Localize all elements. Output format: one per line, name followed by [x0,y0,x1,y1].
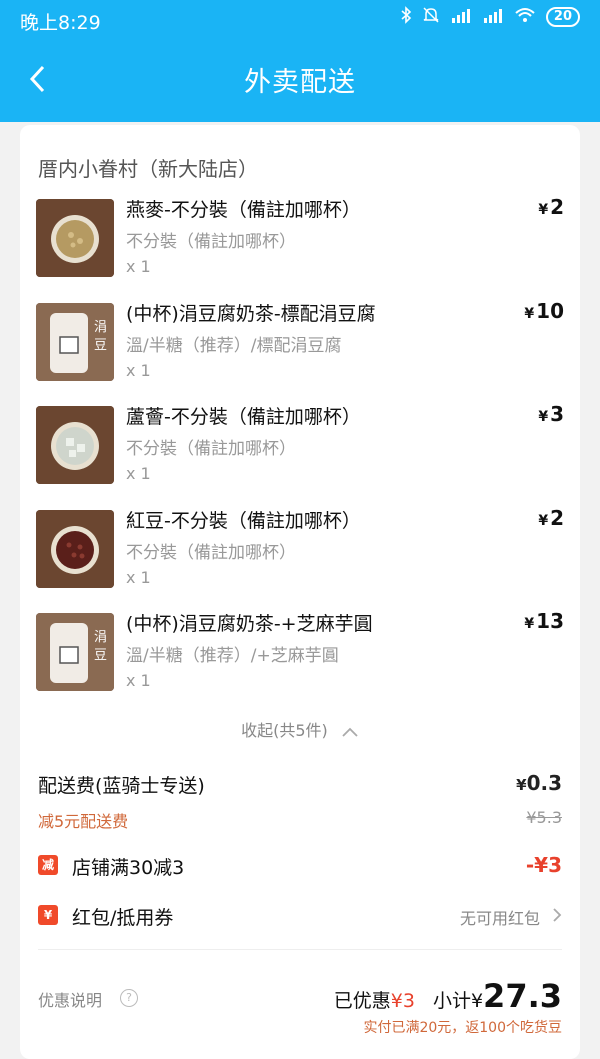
page-title: 外卖配送 [244,67,356,98]
item-price: ¥3 [538,402,564,426]
chevron-right-icon[interactable] [552,907,562,923]
item-thumbnail-milk-tea: 涓豆 [36,303,114,381]
item-quantity: x 1 [126,671,151,690]
order-item: 蘆薈-不分裝（備註加哪杯） 不分裝（備註加哪杯） x 1 ¥3 [36,402,566,496]
item-thumbnail-aloe [36,406,114,484]
item-name: 燕麥-不分裝（備註加哪杯） [126,199,361,221]
svg-text:豆: 豆 [94,648,107,663]
delivery-original-fee: ¥5.3 [526,808,562,827]
item-quantity: x 1 [126,361,151,380]
saved-amount: ¥3 [390,990,415,1012]
item-name: (中杯)涓豆腐奶茶-+芝麻芋圓 [126,613,373,635]
mute-icon [422,6,440,28]
order-item: 涓豆 (中杯)涓豆腐奶茶-+芝麻芋圓 溫/半糖（推荐）/+芝麻芋圓 x 1 ¥1… [36,609,566,703]
shop-promo-label: 店铺满30减3 [72,857,185,879]
status-icons: 20 [400,6,580,28]
svg-text:涓: 涓 [94,629,107,645]
battery-indicator: 20 [545,7,580,27]
status-bar: 晚上8:29 20 [0,0,600,38]
item-name: 紅豆-不分裝（備註加哪杯） [126,510,361,532]
help-icon[interactable]: ? [120,989,138,1007]
item-spec: 不分裝（備註加哪杯） [126,543,296,563]
coupon-status[interactable]: 无可用红包 [460,905,540,929]
signal-icon [482,6,504,28]
discount-info-label[interactable]: 优惠说明 [38,987,102,1011]
delivery-discount-label: 减5元配送费 [38,812,129,831]
item-quantity: x 1 [126,568,151,587]
item-price: ¥10 [524,299,564,323]
order-item: 燕麥-不分裝（備註加哪杯） 不分裝（備註加哪杯） x 1 ¥2 [36,195,566,289]
order-item: 紅豆-不分裝（備註加哪杯） 不分裝（備註加哪杯） x 1 ¥2 [36,506,566,600]
shop-promo-amount: -¥3 [525,853,562,877]
subtotal-currency: ¥ [470,990,484,1012]
item-quantity: x 1 [126,464,151,483]
signal-hd-icon [450,6,472,28]
subtotal-amount: 27.3 [483,977,562,1015]
svg-text:涓: 涓 [94,319,107,335]
item-quantity: x 1 [126,257,151,276]
app-header: 晚上8:29 20 外卖配送 [0,0,600,122]
order-summary: 已优惠 ¥3 小计 ¥ 27.3 [334,977,562,1015]
chevron-up-icon [342,727,358,737]
collapse-button[interactable]: 收起(共5件) [20,717,580,741]
delivery-fee-value: ¥0.3 [516,771,562,795]
coupon-label[interactable]: 红包/抵用券 [72,903,173,930]
shop-name[interactable]: 厝内小眷村（新大陆店） [38,153,258,182]
order-item: 涓豆 (中杯)涓豆腐奶茶-標配涓豆腐 溫/半糖（推荐）/標配涓豆腐 x 1 ¥1… [36,299,566,393]
reward-note: 实付已满20元，返100个吃货豆 [363,1020,562,1036]
discount-tag-icon: 减 [38,855,58,875]
delivery-fee-label: 配送费(蓝骑士专送) [38,775,205,797]
saved-label: 已优惠 [333,990,391,1012]
item-spec: 溫/半糖（推荐）/標配涓豆腐 [126,336,342,356]
wifi-icon [514,6,536,28]
collapse-label: 收起(共5件) [241,721,328,740]
item-thumbnail-red-bean [36,510,114,588]
svg-text:豆: 豆 [94,338,107,353]
item-spec: 不分裝（備註加哪杯） [126,232,296,252]
subtotal-label: 小计 [432,990,471,1012]
item-thumbnail-milk-tea: 涓豆 [36,613,114,691]
item-price: ¥2 [538,195,564,219]
item-price: ¥13 [524,609,564,633]
item-spec: 溫/半糖（推荐）/+芝麻芋圓 [126,646,339,666]
item-name: 蘆薈-不分裝（備註加哪杯） [126,406,361,428]
divider [38,949,562,950]
coupon-tag-icon: ¥ [38,905,58,925]
order-card: 厝内小眷村（新大陆店） 燕麥-不分裝（備註加哪杯） 不分裝（備註加哪杯） x 1… [20,125,580,1059]
item-price: ¥2 [538,506,564,530]
item-thumbnail-oats [36,199,114,277]
item-spec: 不分裝（備註加哪杯） [126,439,296,459]
status-time: 晚上8:29 [20,12,101,34]
item-name: (中杯)涓豆腐奶茶-標配涓豆腐 [126,303,376,325]
bluetooth-icon [400,6,412,28]
